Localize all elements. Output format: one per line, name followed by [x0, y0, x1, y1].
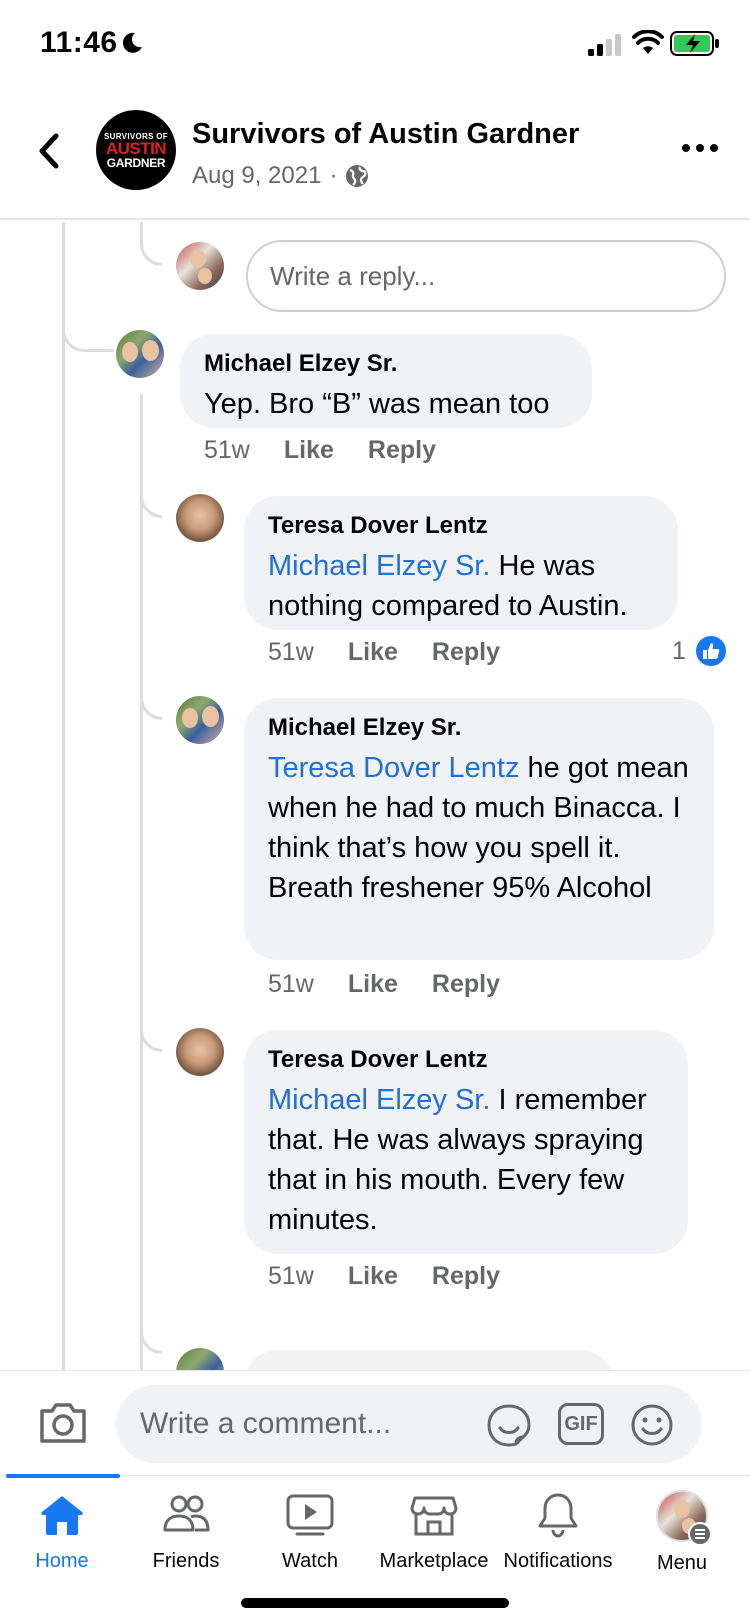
sticker-icon[interactable] — [486, 1403, 532, 1447]
comment-bubble[interactable] — [244, 1350, 614, 1370]
tab-label: Menu — [656, 1552, 708, 1574]
thread-line — [62, 222, 65, 1370]
reaction-count-value: 1 — [672, 636, 686, 665]
comment-input-placeholder: Write a comment... — [140, 1407, 392, 1440]
thread-connector — [140, 472, 162, 518]
wifi-icon — [632, 30, 664, 54]
commenter-avatar[interactable] — [116, 330, 164, 378]
like-button[interactable]: Like — [284, 436, 334, 465]
comment-bubble[interactable]: Teresa Dover Lentz Michael Elzey Sr. I r… — [244, 1030, 688, 1254]
tab-label: Friends — [152, 1550, 220, 1572]
mention-link[interactable]: Teresa Dover Lentz — [268, 752, 519, 784]
my-avatar — [176, 242, 224, 290]
tab-label: Marketplace — [379, 1550, 489, 1572]
like-button[interactable]: Like — [348, 970, 398, 999]
tab-friends[interactable]: Friends — [124, 1490, 248, 1590]
comment-author[interactable]: Teresa Dover Lentz — [268, 1046, 664, 1074]
thread-connector — [140, 674, 162, 720]
reply-button[interactable]: Reply — [432, 638, 500, 667]
comment-actions: 51w Like Reply — [268, 1262, 500, 1291]
reply-button[interactable]: Reply — [432, 970, 500, 999]
comment-time: 51w — [268, 638, 314, 666]
tab-watch[interactable]: Watch — [248, 1490, 372, 1590]
comment-time: 51w — [268, 1262, 314, 1290]
menu-badge-icon — [688, 1522, 712, 1546]
comment-bubble[interactable]: Michael Elzey Sr. Yep. Bro “B” was mean … — [180, 334, 592, 428]
home-indicator — [241, 1598, 509, 1608]
group-name[interactable]: Survivors of Austin Gardner — [192, 118, 579, 151]
comment-time: 51w — [204, 436, 250, 464]
comment-author[interactable]: Michael Elzey Sr. — [204, 350, 568, 378]
thread-connector — [140, 1308, 162, 1354]
commenter-avatar[interactable] — [176, 1028, 224, 1076]
logo-text-line2: AUSTIN — [105, 138, 167, 158]
tab-notifications[interactable]: Notifications — [496, 1490, 620, 1590]
gif-icon[interactable]: GIF — [558, 1403, 604, 1445]
reaction-count[interactable]: 1 — [672, 634, 728, 668]
thread-line — [140, 394, 143, 1370]
gif-label: GIF — [564, 1412, 598, 1435]
marketplace-icon — [410, 1496, 458, 1536]
comment-bubble[interactable]: Michael Elzey Sr. Teresa Dover Lentz he … — [244, 698, 714, 960]
thread-connector — [140, 1006, 162, 1052]
emoji-icon[interactable] — [630, 1403, 674, 1447]
comment-text: Michael Elzey Sr. I remember that. He wa… — [268, 1084, 647, 1236]
thumbs-up-icon — [693, 634, 728, 668]
thread-connector — [140, 222, 162, 266]
comment-time: 51w — [268, 970, 314, 998]
post-meta: Aug 9, 2021 · — [192, 162, 369, 190]
post-date[interactable]: Aug 9, 2021 — [192, 162, 321, 190]
moon-icon — [122, 32, 142, 53]
back-arrow-icon[interactable] — [30, 128, 66, 174]
bell-icon — [538, 1493, 578, 1538]
commenter-avatar[interactable] — [176, 1348, 224, 1370]
mention-link[interactable]: Michael Elzey Sr. — [268, 1084, 490, 1116]
reply-button[interactable]: Reply — [368, 436, 436, 465]
comment-input[interactable]: Write a comment... GIF — [116, 1385, 702, 1463]
signal-icon — [588, 34, 621, 56]
meta-separator: · — [329, 162, 338, 189]
comment-composer: Write a comment... GIF — [0, 1370, 750, 1475]
like-button[interactable]: Like — [348, 638, 398, 667]
commenter-avatar[interactable] — [176, 696, 224, 744]
active-tab-indicator — [6, 1474, 120, 1478]
comment-thread[interactable]: Write a reply... Michael Elzey Sr. Yep. … — [0, 222, 750, 1370]
comment-author[interactable]: Michael Elzey Sr. — [268, 714, 690, 742]
group-avatar[interactable]: SURVIVORS OF AUSTIN GARDNER — [96, 110, 176, 190]
comment-bubble[interactable]: Teresa Dover Lentz Michael Elzey Sr. He … — [244, 496, 678, 630]
tab-label: Watch — [282, 1550, 338, 1572]
friends-icon — [163, 1495, 210, 1532]
tab-home[interactable]: Home — [0, 1490, 124, 1590]
comment-actions: 51w Like Reply — [268, 638, 500, 667]
comment-text: Yep. Bro “B” was mean too — [204, 388, 550, 420]
profile-avatar — [656, 1490, 712, 1546]
comment-actions: 51w Like Reply — [204, 436, 436, 465]
reply-button[interactable]: Reply — [432, 1262, 500, 1291]
comment-author[interactable]: Teresa Dover Lentz — [268, 512, 654, 540]
tab-label: Home — [35, 1550, 89, 1572]
watch-icon — [286, 1494, 334, 1536]
more-options-icon[interactable] — [682, 140, 722, 156]
commenter-avatar[interactable] — [176, 494, 224, 542]
battery-charging-icon — [670, 31, 719, 56]
tab-menu[interactable]: Menu — [620, 1490, 744, 1590]
tab-label: Notifications — [503, 1550, 613, 1572]
comment-actions: 51w Like Reply — [268, 970, 500, 999]
reply-input[interactable]: Write a reply... — [246, 240, 726, 312]
comment-text: Teresa Dover Lentz he got mean when he h… — [268, 752, 689, 904]
logo-text-line3: GARDNER — [106, 155, 166, 170]
status-time: 11:46 — [40, 26, 118, 59]
thread-connector — [62, 282, 114, 352]
status-bar: 11:46 — [0, 0, 750, 90]
tab-marketplace[interactable]: Marketplace — [372, 1490, 496, 1590]
globe-icon — [346, 165, 369, 187]
post-header: SURVIVORS OF AUSTIN GARDNER Survivors of… — [0, 90, 750, 220]
home-icon — [41, 1496, 83, 1535]
comment-text: Michael Elzey Sr. He was nothing compare… — [268, 550, 628, 622]
like-button[interactable]: Like — [348, 1262, 398, 1291]
camera-icon[interactable] — [38, 1401, 88, 1445]
mention-link[interactable]: Michael Elzey Sr. — [268, 550, 490, 582]
